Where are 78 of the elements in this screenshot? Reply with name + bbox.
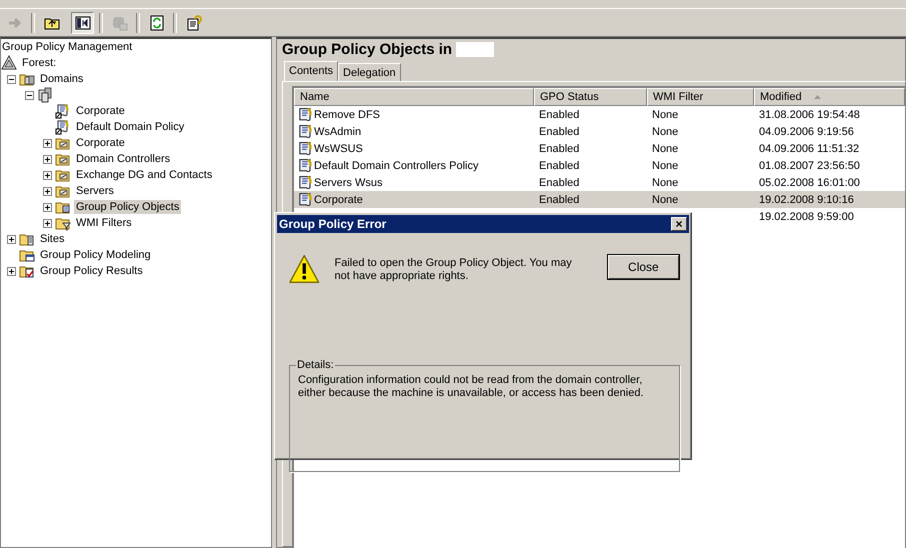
table-cell: Enabled — [539, 160, 580, 172]
tree-item[interactable]: Default Domain Policy — [74, 120, 186, 134]
scroll-icon — [299, 193, 312, 206]
table-cell: Servers Wsus — [314, 176, 382, 188]
expand-toggle[interactable] — [42, 154, 52, 164]
table-cell: None — [652, 194, 678, 206]
tree-item[interactable]: Domains — [38, 72, 86, 86]
gpo-link-icon — [55, 103, 71, 119]
table-cell: 04.09.2006 9:19:56 — [759, 126, 854, 138]
dialog-close-button[interactable]: Close — [608, 255, 679, 279]
column-header[interactable]: Name — [294, 88, 534, 106]
tree-item[interactable]: Forest: — [20, 56, 58, 70]
tree-item[interactable]: Group Policy Objects — [74, 200, 182, 214]
table-cell: Default Domain Controllers Policy — [314, 160, 478, 172]
table-cell: WsAdmin — [314, 126, 362, 138]
scroll-icon — [299, 159, 312, 172]
pane-title: Group Policy Objects in — [282, 41, 452, 58]
tree-item[interactable]: Exchange DG and Contacts — [74, 168, 214, 182]
tab[interactable]: Contents — [284, 61, 338, 81]
table-cell: None — [652, 108, 678, 120]
table-cell: 01.08.2007 23:56:50 — [759, 160, 860, 172]
table-cell: 19.02.2008 9:10:16 — [759, 194, 854, 206]
table-cell: 19.02.2008 9:59:00 — [759, 210, 854, 222]
table-cell: None — [652, 176, 678, 188]
expand-toggle[interactable] — [42, 138, 52, 148]
expand-toggle[interactable] — [42, 170, 52, 180]
collapse-toggle[interactable] — [24, 90, 34, 100]
scroll-icon — [299, 142, 312, 155]
table-cell: 31.08.2006 19:54:48 — [759, 108, 860, 120]
table-cell: None — [652, 126, 678, 138]
tree-item[interactable]: WMI Filters — [74, 216, 134, 230]
table-cell: Corporate — [314, 194, 363, 206]
table-cell: Enabled — [539, 108, 580, 120]
table-cell: Enabled — [539, 176, 580, 188]
table-cell: Enabled — [539, 142, 580, 154]
tree-item[interactable]: Corporate — [74, 136, 127, 150]
tree-item[interactable]: Group Policy Results — [38, 264, 145, 278]
table-cell: Enabled — [539, 194, 580, 206]
table-cell: WsWSUS — [314, 142, 363, 154]
export-icon — [112, 14, 128, 30]
redacted-block — [456, 42, 494, 57]
warning-icon — [289, 253, 320, 285]
column-header[interactable]: Modified — [754, 88, 905, 106]
scroll-icon — [299, 125, 312, 138]
tree-item[interactable]: Domain Controllers — [74, 152, 172, 166]
help-icon — [186, 14, 202, 30]
tree-root[interactable]: Group Policy Management — [1, 39, 271, 55]
table-cell: None — [652, 142, 678, 154]
tree-item[interactable]: Servers — [74, 184, 116, 198]
scroll-icon — [299, 176, 312, 189]
tree-item[interactable]: Corporate — [74, 104, 127, 118]
tree-item[interactable]: Group Policy Modeling — [38, 248, 153, 262]
table-cell: Enabled — [539, 126, 580, 138]
expand-toggle[interactable] — [42, 202, 52, 212]
close-button[interactable]: × — [671, 217, 687, 231]
details-text: Configuration information could not be read from the domain controller, either because the machine is unavailable, or access has been denied. — [298, 374, 645, 400]
panel-icon — [74, 14, 90, 30]
collapse-toggle[interactable] — [6, 74, 16, 84]
gpo-link-icon — [55, 119, 71, 135]
expand-toggle[interactable] — [42, 186, 52, 196]
table-cell: None — [652, 160, 678, 172]
expand-toggle[interactable] — [42, 218, 52, 228]
expand-toggle[interactable] — [6, 234, 16, 244]
table-cell: 05.02.2008 16:01:00 — [759, 176, 860, 188]
expand-toggle[interactable] — [6, 266, 16, 276]
refresh-icon — [148, 14, 164, 30]
details-label: Details: — [296, 359, 335, 371]
tab[interactable]: Delegation — [338, 63, 401, 81]
tree-button[interactable] — [71, 12, 94, 34]
table-cell: Remove DFS — [314, 108, 380, 120]
scroll-icon — [299, 108, 312, 121]
domain-icon — [37, 87, 53, 103]
dialog-title: Group Policy Error — [279, 217, 386, 231]
tree-item[interactable]: Sites — [38, 232, 66, 246]
column-header[interactable]: WMI Filter — [647, 88, 754, 106]
column-header[interactable]: GPO Status — [534, 88, 647, 106]
table-cell: 04.09.2006 11:51:32 — [759, 142, 860, 154]
error-message: Failed to open the Group Policy Object. You may not have appropriate rights. — [334, 257, 573, 284]
